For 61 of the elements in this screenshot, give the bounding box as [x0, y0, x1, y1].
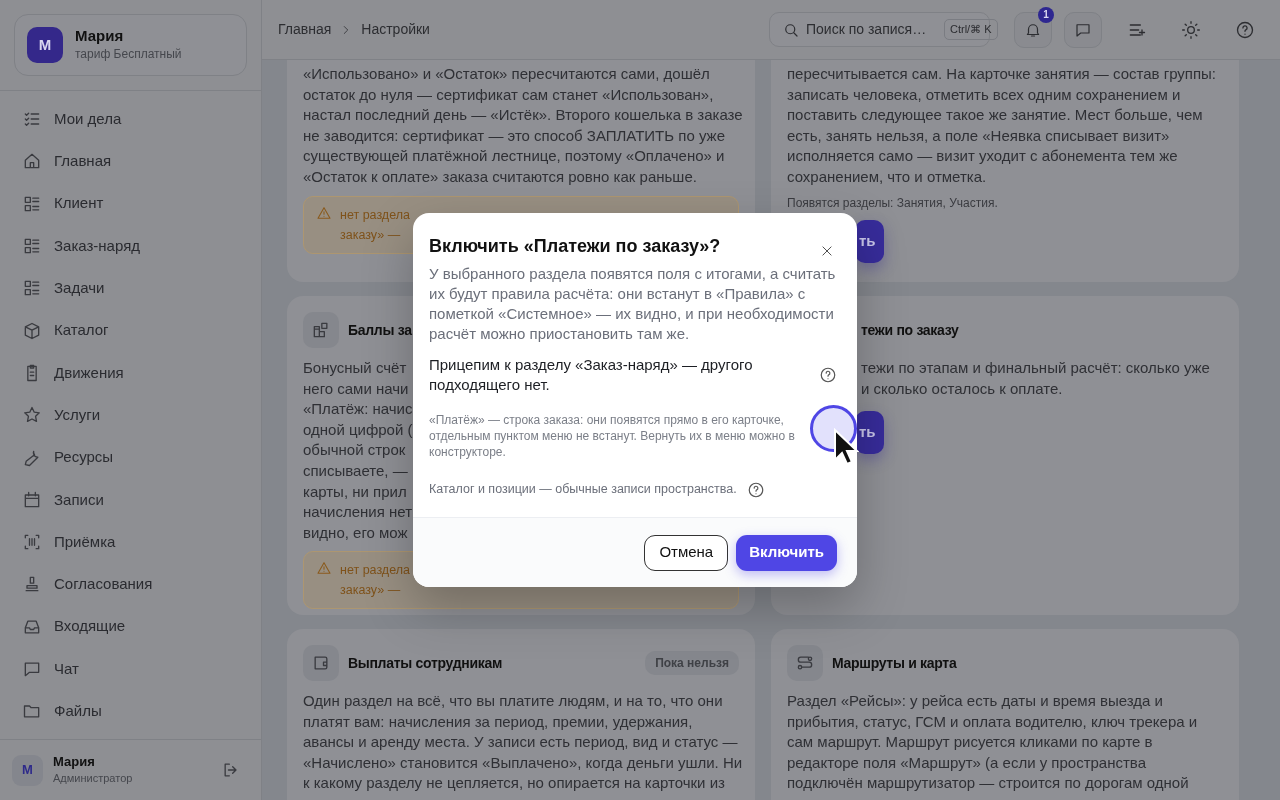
enable-button[interactable]: ть: [855, 219, 884, 263]
sidebar-item[interactable]: Заказ-наряд: [0, 224, 261, 268]
catalog-text: Каталог и позиции — обычные записи пространства.: [429, 481, 737, 499]
search-field[interactable]: Поиск по запися…: [806, 19, 938, 40]
blocks-icon: [311, 320, 331, 340]
sidebar-item[interactable]: Клиент: [0, 182, 261, 225]
calendar-icon: [22, 489, 42, 510]
card-description: Раздел «Рейсы»: у рейса есть даты и время выезда и прибытия, статус, ГСМ и оплата водителю, ключ трекера и сам маршрут. Маршрут рисуется кликами по карте в редакторе поля «Маршрут» (а если у пространства подключён маршрутизатор — строится по дорогам одной: [787, 691, 1198, 794]
sidebar-item[interactable]: Согласования: [0, 563, 261, 606]
card-title: Маршруты и карта: [832, 653, 957, 673]
user-role: Администратор: [53, 770, 134, 786]
plan-label: тариф Бесплатный: [75, 46, 182, 63]
warning-text: нет раздела заказу» —: [340, 562, 410, 600]
sidebar-item[interactable]: Файлы: [0, 690, 261, 733]
sidebar-item[interactable]: Мои дела: [0, 98, 261, 141]
status-badge: Пока нельзя: [645, 651, 739, 675]
card-description: Бонусный счёт него сами начи «Платёж: начис одной цифрой ( обычной строк списываете, — карты, ни прил начисления нет видно, его мож: [303, 358, 413, 543]
sun-icon: [1181, 19, 1201, 40]
sidebar-item[interactable]: Записи: [0, 478, 261, 521]
card-title: Выплаты сотрудникам: [348, 653, 502, 673]
sidebar-item[interactable]: Услуги: [0, 394, 261, 437]
avatar: М: [27, 27, 63, 63]
sidebar-item[interactable]: Задачи: [0, 267, 261, 310]
help-icon: [1235, 19, 1255, 40]
attach-text: Прицепим к разделу «Заказ-наряд» — другого подходящего нет.: [429, 354, 754, 396]
enable-button[interactable]: ть: [855, 411, 884, 455]
sidebar-item[interactable]: Приёмка: [0, 520, 261, 564]
sidebar-item[interactable]: Чат: [0, 647, 261, 691]
cube-icon: [22, 320, 42, 341]
card-description: пересчитывается сам. На карточке занятия — состав группы: записать человека, отметить всех одним сохранением и поставить следующее такое же занятие. Мест больше, чем есть, занять нельзя, а поле «Неявка списывает визит» исполняется само — визит уходит с абонемента тем же сохранением, что и отметка.: [787, 64, 1217, 187]
help-icon[interactable]: [746, 480, 765, 499]
card-description: тежи по этапам и финальный расчёт: сколько уже и сколько осталось к оплате.: [861, 358, 1210, 399]
card-title: Баллы за: [348, 320, 412, 340]
sidebar-item[interactable]: Каталог: [0, 309, 261, 352]
cancel-button[interactable]: Отмена: [644, 534, 729, 571]
warning-text: нет раздела заказу» —: [340, 206, 410, 244]
sidebar-item[interactable]: Главная: [0, 140, 261, 183]
warning-icon: [316, 560, 332, 577]
shortcut-hint: Ctrl/⌘ K: [944, 19, 998, 40]
card-note: Появятся разделы: Занятия, Участия.: [787, 194, 998, 212]
breadcrumb-link[interactable]: Главная: [278, 19, 332, 40]
user-name: Мария: [53, 753, 96, 770]
breadcrumb-current: Настройки: [361, 20, 430, 39]
sidebar-item[interactable]: Входящие: [0, 605, 261, 648]
card-title: тежи по заказу: [861, 320, 959, 340]
profile-card[interactable]: М Мария тариф Бесплатный: [14, 14, 247, 76]
chat-button[interactable]: [1064, 11, 1102, 48]
help-icon[interactable]: [819, 366, 837, 385]
confirm-button[interactable]: Включить: [736, 534, 837, 571]
attach-note: «Платёж» — строка заказа: они появятся прямо в его карточке, отдельным пунктом меню не встанут. Вернуть их в меню можно в конструкторе.: [429, 412, 796, 461]
card-description: «Использовано» и «Остаток» пересчитаются сами, дошёл остаток до нуля — сертификат сам станет «Использован», настал последний день — «Истёк». Второго кошелька в заказе не заводится: сертификат — это способ ЗАПЛАТИТЬ по уже существующей платёжной лестнице, поэтому «Оплачено» и «Остаток к оплате» заказа считаются ровно как раньше.: [303, 64, 743, 187]
close-icon: [820, 243, 834, 258]
warning-icon: [316, 204, 332, 221]
card-description: Один раздел на всё, что вы платите людям, и на то, что они платят вам: начисления за период, премии, удержания, авансы и аренду места. У записи есть период, вид и статус — «Начислено» становится «Выплачено», когда деньги ушли. Ни к какому разделу не цепляется, но опирается на карточки из: [303, 691, 743, 794]
sidebar-item[interactable]: Движения: [0, 351, 261, 395]
notification-badge: 1: [1038, 6, 1054, 23]
user-avatar: М: [12, 754, 43, 786]
dialog-description: У выбранного раздела появятся поля с итогами, а считать их будут правила расчёта: они встанут в «Правила» с пометкой «Системное» — их видно, и при необходимости расчёт можно приостановить там же.: [429, 263, 837, 345]
profile-name: Мария: [75, 27, 125, 45]
sidebar-item[interactable]: Ресурсы: [0, 436, 261, 479]
dialog-title: Включить «Платежи по заказу»?: [429, 236, 721, 258]
